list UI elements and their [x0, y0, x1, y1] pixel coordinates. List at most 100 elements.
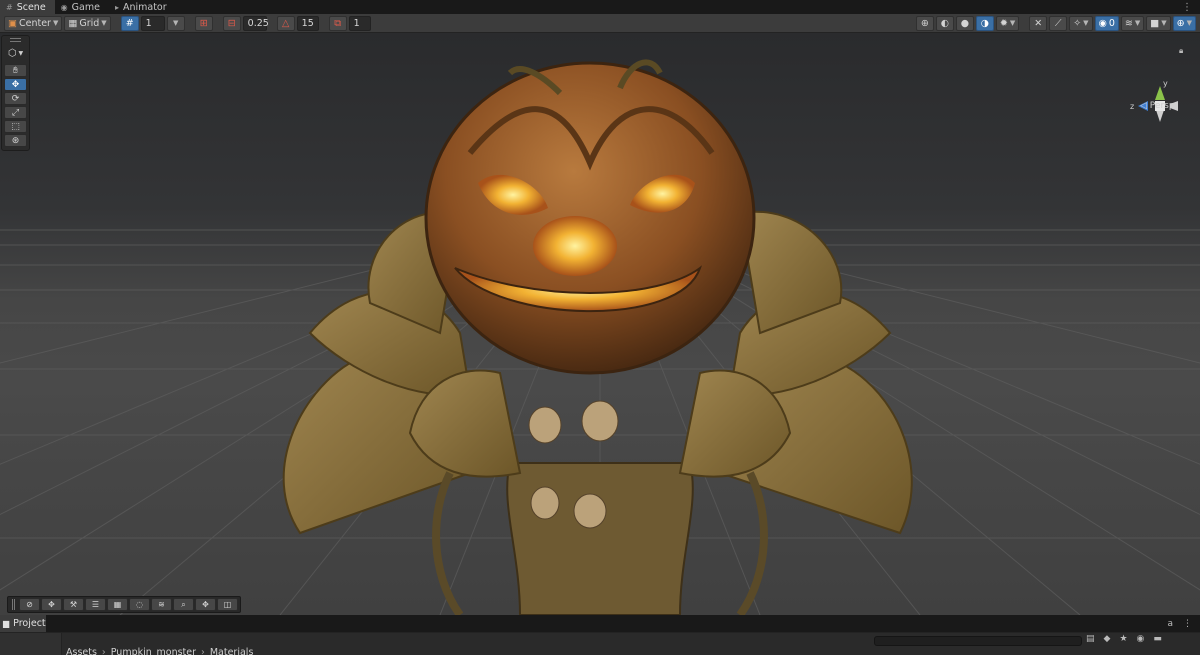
shading-lit-button[interactable]: ◑	[975, 15, 994, 31]
shading-shaded-wireframe-button[interactable]: ◐	[935, 15, 954, 31]
overlay-pan-button[interactable]: ✥	[195, 598, 216, 611]
rotate-snap-toggle[interactable]: △	[276, 15, 295, 31]
pivot-label: Center	[18, 17, 51, 29]
overlay-layers-button[interactable]: ≋	[151, 598, 172, 611]
overlay-align-button[interactable]: ☰	[85, 598, 106, 611]
hand-icon: ✋︎	[12, 65, 19, 76]
scale-tool-button[interactable]: ⤢	[4, 106, 27, 119]
move-icon: ✥	[11, 79, 20, 90]
move-tool-button[interactable]: ✥	[4, 78, 27, 91]
zoom-slider-icon[interactable]: ▬	[1153, 634, 1162, 644]
project-folder-tree[interactable]	[0, 633, 62, 655]
audio-effects-dropdown[interactable]: ✧ ▼	[1069, 15, 1093, 31]
transform-tool-button[interactable]: ⊛	[4, 134, 27, 147]
snap-toggle[interactable]: ⊞	[194, 15, 213, 31]
2d-toggle[interactable]: ✕	[1029, 15, 1048, 31]
grid-dropdown[interactable]: ▦ Grid ▼	[64, 15, 111, 31]
breadcrumb-materials[interactable]: Materials	[210, 647, 254, 655]
gizmos-dropdown[interactable]: ⊕ ▼	[1172, 15, 1196, 31]
grid-snap-icon: #	[125, 17, 134, 29]
lock-icon[interactable]: a	[1167, 619, 1173, 629]
grid-visibility-toggle[interactable]: #	[120, 15, 139, 31]
increment-snap-field[interactable]: 0.25	[242, 15, 269, 31]
camera-icon: ◫	[223, 600, 232, 609]
grid-size-dropdown[interactable]: ▼	[166, 15, 185, 31]
chevron-down-icon: ▼	[1186, 19, 1192, 27]
breadcrumb-pumpkin-monster[interactable]: Pumpkin_monster	[111, 647, 196, 655]
gizmo-y-label: y	[1163, 80, 1168, 88]
grid-label: Grid	[79, 17, 100, 29]
project-panel: ▤ ◆ ★ ◉ ▬ Assets › Pumpkin_monster › Mat…	[0, 632, 1200, 655]
filter-label-icon[interactable]: ◆	[1104, 634, 1111, 644]
overlay-camera-button[interactable]: ◫	[217, 598, 238, 611]
pivot-mode-dropdown[interactable]: ▣ Center ▼	[4, 15, 63, 31]
filter-type-icon[interactable]: ▤	[1086, 634, 1095, 644]
lock-icon[interactable]: 🔒︎	[1179, 46, 1183, 56]
grid-size-field[interactable]: 1	[140, 15, 165, 31]
view-options-dropdown[interactable]: ⬡ ▼	[4, 45, 27, 61]
visibility-icon[interactable]: ◉	[1137, 634, 1145, 644]
rotate-tool-button[interactable]: ⟳	[4, 92, 27, 105]
draw-mode-dropdown[interactable]: ✹ ▼	[995, 15, 1020, 31]
tab-project[interactable]: ▆ Project	[0, 615, 46, 632]
breadcrumb-separator-icon: ›	[101, 647, 106, 655]
tab-animator[interactable]: ▸ Animator	[109, 0, 176, 14]
orbit-icon: ◌	[136, 600, 143, 609]
projection-label[interactable]: ◁ Persp	[1140, 101, 1175, 111]
hidden-objects-toggle[interactable]: ◉ 0	[1094, 15, 1119, 31]
tab-menu-icon[interactable]: ⋮	[1182, 2, 1200, 13]
overlay-grid-button[interactable]: ▦	[107, 598, 128, 611]
rotate-snap-field[interactable]: 15	[296, 15, 319, 31]
overlay-move-button[interactable]: ✥	[41, 598, 62, 611]
orientation-gizmo[interactable]: y z	[1128, 80, 1194, 152]
scale-snap-toggle[interactable]: ⧉	[328, 15, 347, 31]
tab-animator-label: Animator	[122, 1, 167, 13]
persp-text: Persp	[1149, 101, 1175, 111]
rect-tool-button[interactable]: ⬚	[4, 120, 27, 133]
increment-snap-toggle[interactable]: ⊟	[222, 15, 241, 31]
favorite-icon[interactable]: ★	[1119, 634, 1127, 644]
shading-wireframe-button[interactable]: ⊕	[915, 15, 934, 31]
layers-dropdown[interactable]: ≋ ▼	[1120, 15, 1145, 31]
tool-icon: ⚒	[69, 600, 78, 609]
scale-snap-field[interactable]: 1	[348, 15, 371, 31]
move-icon: ✥	[48, 600, 55, 609]
lighting-toggle[interactable]: ⟋	[1049, 15, 1068, 31]
camera-dropdown[interactable]: ■ ▼	[1146, 15, 1171, 31]
grid-icon: ▦	[68, 17, 78, 29]
scale-icon: ⤢	[11, 107, 20, 118]
overlay-search-button[interactable]: ⌕	[173, 598, 194, 611]
gizmo-z-label: z	[1130, 102, 1134, 111]
persp-arrow-icon: ◁	[1140, 101, 1147, 111]
tab-scene[interactable]: # Scene	[0, 0, 55, 14]
effects-icon: ✧	[1073, 17, 1082, 29]
palette-drag-handle[interactable]	[10, 38, 21, 42]
scene-viewport[interactable]: y z 🔒︎	[0, 33, 1200, 615]
unlit-sphere-icon: ●	[960, 17, 969, 29]
scene-toolbar: ▣ Center ▼ ▦ Grid ▼ # 1 ▼ ⊞ ⊟ 0.25 △ 15 …	[0, 14, 1200, 33]
editor-tab-bar: # Scene ◉ Game ▸ Animator ⋮	[0, 0, 1200, 14]
breadcrumb-assets[interactable]: Assets	[66, 647, 97, 655]
overlay-orbit-button[interactable]: ◌	[129, 598, 150, 611]
pan-icon: ✥	[202, 600, 209, 609]
breadcrumb-separator-icon: ›	[201, 647, 205, 655]
rect-icon: ⬚	[11, 121, 20, 132]
layers-icon: ≋	[158, 600, 165, 609]
transform-icon: ⊛	[11, 135, 20, 146]
increment-snap-icon: ⊟	[227, 17, 236, 29]
overlay-drag-handle[interactable]	[12, 599, 15, 610]
compass-icon: ⊘	[26, 600, 33, 609]
tab-game[interactable]: ◉ Game	[55, 0, 109, 14]
overlay-tool-button[interactable]: ⚒	[63, 598, 84, 611]
project-search-input[interactable]	[874, 636, 1082, 646]
shading-unlit-button[interactable]: ●	[955, 15, 974, 31]
tab-scene-label: Scene	[16, 1, 46, 13]
camera-icon: ■	[1150, 17, 1160, 29]
tab-project-label: Project	[13, 618, 46, 629]
eye-icon: ◉	[1098, 17, 1107, 29]
kebab-menu-icon[interactable]: ⋮	[1183, 619, 1192, 629]
overlay-compass-button[interactable]: ⊘	[19, 598, 40, 611]
hand-tool-button[interactable]: ✋︎	[4, 64, 27, 77]
chevron-down-icon: ▼	[172, 19, 179, 27]
search-icon: ⌕	[181, 599, 186, 609]
